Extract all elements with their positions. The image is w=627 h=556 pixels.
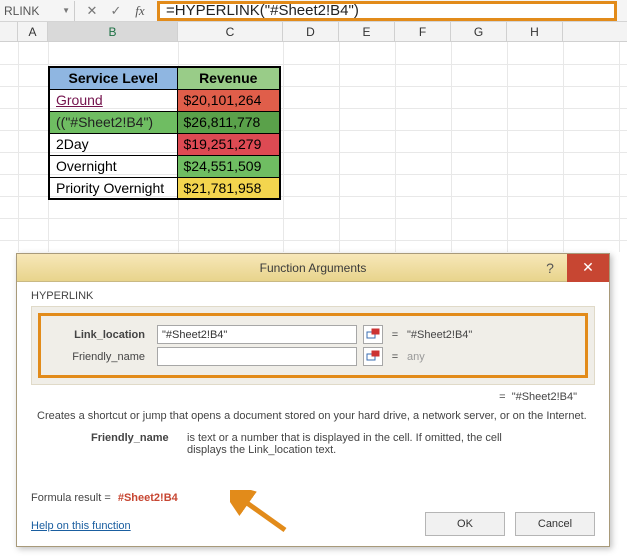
table-row: Overnight $24,551,509 xyxy=(49,155,280,177)
cell-revenue[interactable]: $24,551,509 xyxy=(177,155,280,177)
header-service-level[interactable]: Service Level xyxy=(49,67,177,89)
formula-text: =HYPERLINK("#Sheet2!B4") xyxy=(166,2,359,19)
table-row: Ground $20,101,264 xyxy=(49,89,280,111)
col-header-d[interactable]: D xyxy=(283,22,339,41)
col-header-f[interactable]: F xyxy=(395,22,451,41)
cell-revenue[interactable]: $19,251,279 xyxy=(177,133,280,155)
cell-service[interactable]: 2Day xyxy=(49,133,177,155)
name-box[interactable]: RLINK ▼ xyxy=(0,1,75,21)
param-description: Friendly_name is text or a number that i… xyxy=(91,432,535,456)
accept-formula-icon[interactable]: ✓ xyxy=(109,3,123,19)
ok-button[interactable]: OK xyxy=(425,512,505,536)
dialog-titlebar[interactable]: Function Arguments ? ✕ xyxy=(17,254,609,282)
overall-result: "#Sheet2!B4" xyxy=(512,391,577,403)
arg-result-link-location: "#Sheet2!B4" xyxy=(407,329,472,341)
col-header-e[interactable]: E xyxy=(339,22,395,41)
function-arguments-dialog: Function Arguments ? ✕ HYPERLINK Link_lo… xyxy=(16,253,610,547)
argument-panel: Link_location = "#Sheet2!B4" Friendly_na… xyxy=(31,306,595,385)
arg-label-link-location: Link_location xyxy=(49,329,151,341)
fx-icon[interactable]: fx xyxy=(133,3,147,19)
data-table: Service Level Revenue Ground $20,101,264… xyxy=(48,66,281,200)
overall-result-line: = "#Sheet2!B4" xyxy=(31,391,595,403)
cell-service[interactable]: Overnight xyxy=(49,155,177,177)
table-row: Priority Overnight $21,781,958 xyxy=(49,177,280,199)
dialog-body: HYPERLINK Link_location = "#Sheet2!B4" F… xyxy=(17,282,609,546)
name-box-text: RLINK xyxy=(4,4,39,18)
formula-input[interactable]: =HYPERLINK("#Sheet2!B4") xyxy=(157,1,617,21)
dialog-title: Function Arguments xyxy=(260,261,367,275)
arg-label-friendly-name: Friendly_name xyxy=(49,351,151,363)
formula-result: Formula result = #Sheet2!B4 xyxy=(31,492,178,504)
formula-result-value: #Sheet2!B4 xyxy=(118,492,178,504)
arg-row-friendly-name: Friendly_name = any xyxy=(49,347,577,366)
argument-box: Link_location = "#Sheet2!B4" Friendly_na… xyxy=(38,313,588,378)
header-revenue[interactable]: Revenue xyxy=(177,67,280,89)
hyperlink-cell[interactable]: Ground xyxy=(56,92,103,108)
table-row: 2Day $19,251,279 xyxy=(49,133,280,155)
cell-revenue[interactable]: $20,101,264 xyxy=(177,89,280,111)
equals-sign: = xyxy=(389,351,401,363)
col-header-a[interactable]: A xyxy=(18,22,48,41)
cell-service[interactable]: Ground xyxy=(49,89,177,111)
close-icon[interactable]: ✕ xyxy=(567,254,609,282)
dialog-buttons: OK Cancel xyxy=(425,512,595,536)
range-select-icon[interactable] xyxy=(363,325,383,344)
arg-result-friendly-name: any xyxy=(407,351,425,363)
chevron-down-icon[interactable]: ▼ xyxy=(62,6,70,15)
cancel-button[interactable]: Cancel xyxy=(515,512,595,536)
arg-row-link-location: Link_location = "#Sheet2!B4" xyxy=(49,325,577,344)
cell-service-editing[interactable]: (("#Sheet2!B4") xyxy=(49,111,177,133)
column-headers: A B C D E F G H xyxy=(0,22,627,42)
param-text: is text or a number that is displayed in… xyxy=(187,432,535,456)
param-name: Friendly_name xyxy=(91,432,187,456)
cell-revenue[interactable]: $26,811,778 xyxy=(177,111,280,133)
cell-service[interactable]: Priority Overnight xyxy=(49,177,177,199)
table-row: (("#Sheet2!B4") $26,811,778 xyxy=(49,111,280,133)
table-header-row: Service Level Revenue xyxy=(49,67,280,89)
function-description: Creates a shortcut or jump that opens a … xyxy=(37,409,589,424)
range-select-icon[interactable] xyxy=(363,347,383,366)
cancel-formula-icon[interactable]: ✕ xyxy=(85,3,99,19)
select-all-corner[interactable] xyxy=(0,22,18,41)
sheet-grid[interactable]: Service Level Revenue Ground $20,101,264… xyxy=(0,42,627,252)
col-header-c[interactable]: C xyxy=(178,22,283,41)
col-header-h[interactable]: H xyxy=(507,22,563,41)
formula-bar: RLINK ▼ ✕ ✓ fx =HYPERLINK("#Sheet2!B4") xyxy=(0,0,627,22)
formula-bar-icons: ✕ ✓ fx xyxy=(75,3,157,19)
col-header-g[interactable]: G xyxy=(451,22,507,41)
arg-input-link-location[interactable] xyxy=(157,325,357,344)
equals-sign: = xyxy=(389,329,401,341)
arg-input-friendly-name[interactable] xyxy=(157,347,357,366)
cell-revenue[interactable]: $21,781,958 xyxy=(177,177,280,199)
function-name: HYPERLINK xyxy=(31,290,595,302)
help-icon[interactable]: ? xyxy=(533,254,567,282)
formula-result-label: Formula result = xyxy=(31,492,111,504)
col-header-b[interactable]: B xyxy=(48,22,178,41)
help-on-function-link[interactable]: Help on this function xyxy=(31,520,131,532)
